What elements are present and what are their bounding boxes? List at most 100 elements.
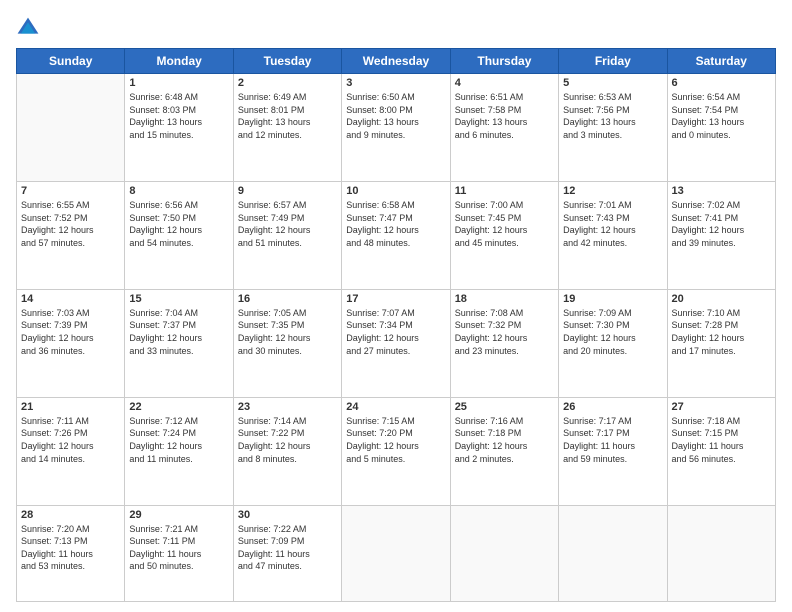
calendar-cell: 12Sunrise: 7:01 AM Sunset: 7:43 PM Dayli… xyxy=(559,181,667,289)
day-number: 14 xyxy=(21,293,120,305)
day-number: 5 xyxy=(563,77,662,89)
day-number: 15 xyxy=(129,293,228,305)
day-number: 2 xyxy=(238,77,337,89)
calendar-cell: 14 Sunrise: 7:03 AM Sunset: 7:39 PM Dayli… xyxy=(17,289,125,397)
calendar-cell: 24 Sunrise: 7:15 AM Sunset: 7:20 PM Dayli… xyxy=(342,397,450,505)
calendar-cell: 30 Sunrise: 7:22 AM Sunset: 7:09 PM Dayli… xyxy=(233,505,341,601)
day-number: 19 xyxy=(563,293,662,305)
week-row-3: 21 Sunrise: 7:11 AM Sunset: 7:26 PM Dayli… xyxy=(17,397,776,505)
day-number: 23 xyxy=(238,401,337,413)
day-number: 26 xyxy=(563,401,662,413)
calendar-cell: 19 Sunrise: 7:09 AM Sunset: 7:30 PM Dayli… xyxy=(559,289,667,397)
day-number: 27 xyxy=(672,401,771,413)
calendar-cell: 9 Sunrise: 6:57 AM Sunset: 7:49 PM Daylig… xyxy=(233,181,341,289)
day-number: 22 xyxy=(129,401,228,413)
logo-icon xyxy=(16,16,40,40)
day-number: 8 xyxy=(129,185,228,197)
weekday-header-thursday: Thursday xyxy=(450,49,558,74)
week-row-1: 7 Sunrise: 6:55 AM Sunset: 7:52 PM Daylig… xyxy=(17,181,776,289)
cell-info: Sunrise: 6:55 AM Sunset: 7:52 PM Dayligh… xyxy=(21,199,120,249)
calendar-cell: 4 Sunrise: 6:51 AM Sunset: 7:58 PM Daylig… xyxy=(450,74,558,182)
cell-info: Sunrise: 6:58 AM Sunset: 7:47 PM Dayligh… xyxy=(346,199,445,249)
calendar-cell xyxy=(342,505,450,601)
calendar-cell xyxy=(667,505,775,601)
day-number: 17 xyxy=(346,293,445,305)
cell-info: Sunrise: 7:03 AM Sunset: 7:39 PM Dayligh… xyxy=(21,307,120,357)
cell-info: Sunrise: 6:53 AM Sunset: 7:56 PM Dayligh… xyxy=(563,91,662,141)
cell-info: Sunrise: 7:11 AM Sunset: 7:26 PM Dayligh… xyxy=(21,415,120,465)
day-number: 4 xyxy=(455,77,554,89)
calendar-cell: 7 Sunrise: 6:55 AM Sunset: 7:52 PM Daylig… xyxy=(17,181,125,289)
cell-info: Sunrise: 7:21 AM Sunset: 7:11 PM Dayligh… xyxy=(129,523,228,573)
calendar-cell: 21 Sunrise: 7:11 AM Sunset: 7:26 PM Dayli… xyxy=(17,397,125,505)
calendar-cell: 29 Sunrise: 7:21 AM Sunset: 7:11 PM Dayli… xyxy=(125,505,233,601)
week-row-4: 28Sunrise: 7:20 AM Sunset: 7:13 PM Dayli… xyxy=(17,505,776,601)
cell-info: Sunrise: 7:15 AM Sunset: 7:20 PM Dayligh… xyxy=(346,415,445,465)
weekday-header-wednesday: Wednesday xyxy=(342,49,450,74)
calendar-cell: 5 Sunrise: 6:53 AM Sunset: 7:56 PM Daylig… xyxy=(559,74,667,182)
cell-info: Sunrise: 6:51 AM Sunset: 7:58 PM Dayligh… xyxy=(455,91,554,141)
day-number: 16 xyxy=(238,293,337,305)
calendar-cell xyxy=(559,505,667,601)
calendar-cell: 18 Sunrise: 7:08 AM Sunset: 7:32 PM Dayli… xyxy=(450,289,558,397)
cell-info: Sunrise: 7:20 AM Sunset: 7:13 PM Dayligh… xyxy=(21,523,120,573)
cell-info: Sunrise: 6:54 AM Sunset: 7:54 PM Dayligh… xyxy=(672,91,771,141)
day-number: 6 xyxy=(672,77,771,89)
cell-info: Sunrise: 7:09 AM Sunset: 7:30 PM Dayligh… xyxy=(563,307,662,357)
weekday-header-row: SundayMondayTuesdayWednesdayThursdayFrid… xyxy=(17,49,776,74)
weekday-header-saturday: Saturday xyxy=(667,49,775,74)
calendar-cell: 15 Sunrise: 7:04 AM Sunset: 7:37 PM Dayli… xyxy=(125,289,233,397)
calendar-cell xyxy=(17,74,125,182)
calendar-cell: 2 Sunrise: 6:49 AM Sunset: 8:01 PM Daylig… xyxy=(233,74,341,182)
day-number: 10 xyxy=(346,185,445,197)
cell-info: Sunrise: 7:18 AM Sunset: 7:15 PM Dayligh… xyxy=(672,415,771,465)
calendar-cell: 16Sunrise: 7:05 AM Sunset: 7:35 PM Dayli… xyxy=(233,289,341,397)
cell-info: Sunrise: 6:57 AM Sunset: 7:49 PM Dayligh… xyxy=(238,199,337,249)
calendar-cell xyxy=(450,505,558,601)
weekday-header-tuesday: Tuesday xyxy=(233,49,341,74)
calendar-cell: 11 Sunrise: 7:00 AM Sunset: 7:45 PM Dayli… xyxy=(450,181,558,289)
cell-info: Sunrise: 7:04 AM Sunset: 7:37 PM Dayligh… xyxy=(129,307,228,357)
page: SundayMondayTuesdayWednesdayThursdayFrid… xyxy=(0,0,792,612)
cell-info: Sunrise: 6:50 AM Sunset: 8:00 PM Dayligh… xyxy=(346,91,445,141)
header xyxy=(16,16,776,40)
day-number: 7 xyxy=(21,185,120,197)
calendar-cell: 17 Sunrise: 7:07 AM Sunset: 7:34 PM Dayli… xyxy=(342,289,450,397)
day-number: 18 xyxy=(455,293,554,305)
cell-info: Sunrise: 7:12 AM Sunset: 7:24 PM Dayligh… xyxy=(129,415,228,465)
day-number: 11 xyxy=(455,185,554,197)
logo xyxy=(16,16,44,40)
cell-info: Sunrise: 6:48 AM Sunset: 8:03 PM Dayligh… xyxy=(129,91,228,141)
day-number: 21 xyxy=(21,401,120,413)
cell-info: Sunrise: 7:17 AM Sunset: 7:17 PM Dayligh… xyxy=(563,415,662,465)
calendar-cell: 1 Sunrise: 6:48 AM Sunset: 8:03 PM Daylig… xyxy=(125,74,233,182)
day-number: 25 xyxy=(455,401,554,413)
day-number: 24 xyxy=(346,401,445,413)
cell-info: Sunrise: 7:16 AM Sunset: 7:18 PM Dayligh… xyxy=(455,415,554,465)
cell-info: Sunrise: 7:14 AM Sunset: 7:22 PM Dayligh… xyxy=(238,415,337,465)
calendar-cell: 3Sunrise: 6:50 AM Sunset: 8:00 PM Daylig… xyxy=(342,74,450,182)
calendar-cell: 27 Sunrise: 7:18 AM Sunset: 7:15 PM Dayli… xyxy=(667,397,775,505)
week-row-2: 14 Sunrise: 7:03 AM Sunset: 7:39 PM Dayli… xyxy=(17,289,776,397)
cell-info: Sunrise: 7:01 AM Sunset: 7:43 PM Dayligh… xyxy=(563,199,662,249)
day-number: 30 xyxy=(238,509,337,521)
cell-info: Sunrise: 6:56 AM Sunset: 7:50 PM Dayligh… xyxy=(129,199,228,249)
cell-info: Sunrise: 7:08 AM Sunset: 7:32 PM Dayligh… xyxy=(455,307,554,357)
calendar-cell: 6 Sunrise: 6:54 AM Sunset: 7:54 PM Daylig… xyxy=(667,74,775,182)
calendar-cell: 23 Sunrise: 7:14 AM Sunset: 7:22 PM Dayli… xyxy=(233,397,341,505)
calendar-cell: 8 Sunrise: 6:56 AM Sunset: 7:50 PM Daylig… xyxy=(125,181,233,289)
cell-info: Sunrise: 7:00 AM Sunset: 7:45 PM Dayligh… xyxy=(455,199,554,249)
calendar-cell: 25 Sunrise: 7:16 AM Sunset: 7:18 PM Dayli… xyxy=(450,397,558,505)
cell-info: Sunrise: 7:02 AM Sunset: 7:41 PM Dayligh… xyxy=(672,199,771,249)
day-number: 29 xyxy=(129,509,228,521)
weekday-header-friday: Friday xyxy=(559,49,667,74)
cell-info: Sunrise: 7:07 AM Sunset: 7:34 PM Dayligh… xyxy=(346,307,445,357)
day-number: 1 xyxy=(129,77,228,89)
cell-info: Sunrise: 7:22 AM Sunset: 7:09 PM Dayligh… xyxy=(238,523,337,573)
weekday-header-monday: Monday xyxy=(125,49,233,74)
cell-info: Sunrise: 6:49 AM Sunset: 8:01 PM Dayligh… xyxy=(238,91,337,141)
day-number: 9 xyxy=(238,185,337,197)
calendar-cell: 22 Sunrise: 7:12 AM Sunset: 7:24 PM Dayli… xyxy=(125,397,233,505)
calendar-cell: 20Sunrise: 7:10 AM Sunset: 7:28 PM Dayli… xyxy=(667,289,775,397)
day-number: 20 xyxy=(672,293,771,305)
